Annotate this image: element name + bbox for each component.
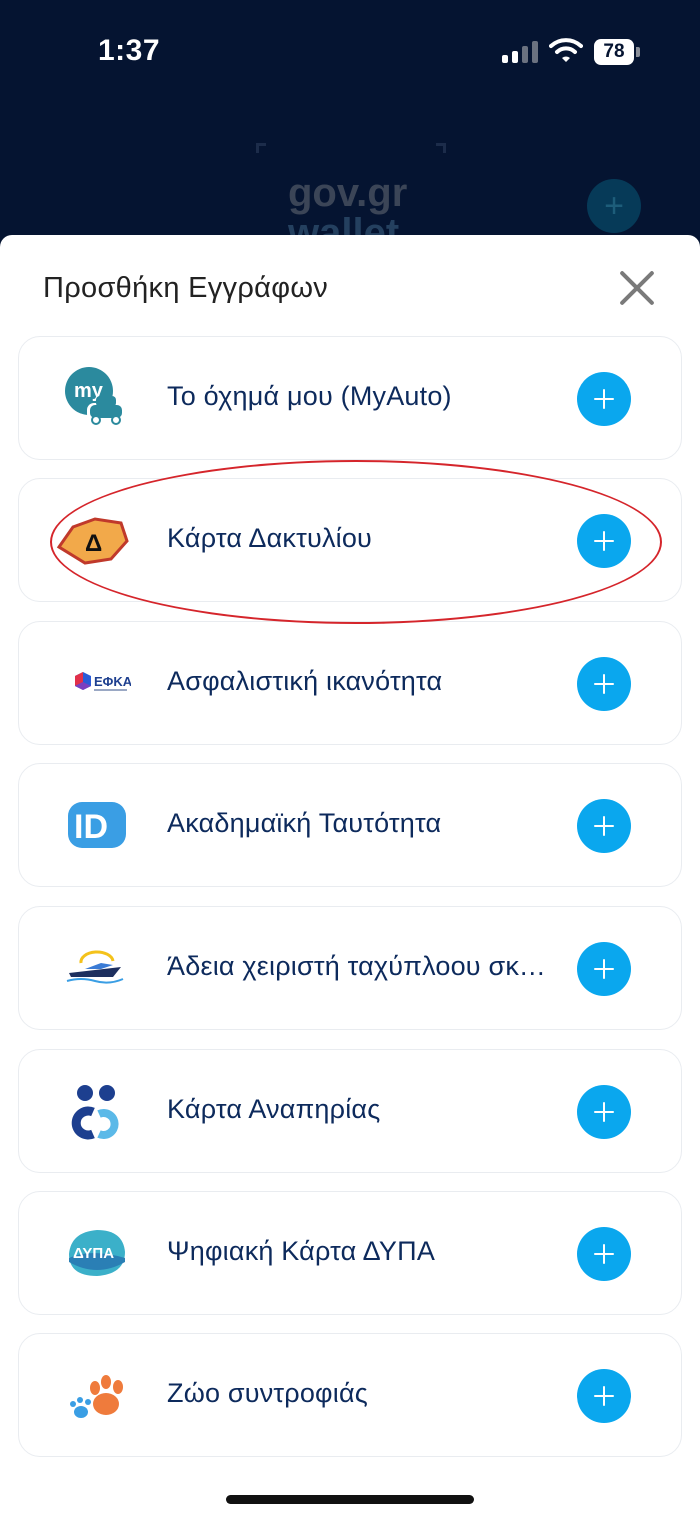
myauto-icon: my	[61, 363, 131, 433]
add-button[interactable]	[577, 1085, 631, 1139]
svg-text:ΕΦΚΑ: ΕΦΚΑ	[94, 674, 131, 689]
item-label: Κάρτα Αναπηρίας	[167, 1094, 381, 1124]
pet-paw-icon	[61, 1360, 131, 1430]
add-button[interactable]	[577, 799, 631, 853]
status-bar: 1:37 78	[0, 0, 700, 110]
efka-icon: ΕΦΚΑ	[61, 648, 133, 718]
item-label: Ψηφιακή Κάρτα ΔΥΠΑ	[167, 1236, 436, 1266]
add-button[interactable]	[577, 372, 631, 426]
item-label: Άδεια χειριστή ταχύπλοου σκάφους	[167, 951, 547, 981]
add-button[interactable]	[577, 1227, 631, 1281]
item-label: Ασφαλιστική ικανότητα	[167, 666, 443, 696]
wifi-icon	[549, 36, 583, 64]
dypa-icon: ΔΥΠΑ	[61, 1218, 131, 1288]
item-label: Ακαδημαϊκή Ταυτότητα	[167, 808, 442, 838]
speedboat-icon	[61, 933, 131, 1003]
status-time: 1:37	[98, 34, 161, 67]
add-button[interactable]	[577, 657, 631, 711]
background-add-button: +	[587, 179, 641, 233]
list-item-academic-id[interactable]: ID Ακαδημαϊκή Ταυτότητα	[18, 763, 682, 887]
list-item-myauto[interactable]: my Το όχημά μου (MyAuto)	[18, 336, 682, 460]
list-item-speedboat-license[interactable]: Άδεια χειριστή ταχύπλοου σκάφους	[18, 906, 682, 1030]
add-button[interactable]	[577, 1369, 631, 1423]
cellular-signal-icon	[502, 41, 538, 63]
list-item-pet[interactable]: Ζώο συντροφιάς	[18, 1333, 682, 1457]
home-indicator[interactable]	[226, 1495, 474, 1504]
battery-level: 78	[594, 39, 634, 65]
logo-top-text: gov.gr	[288, 171, 408, 215]
academic-id-icon: ID	[61, 790, 131, 860]
svg-text:ΔΥΠΑ: ΔΥΠΑ	[73, 1245, 114, 1262]
item-label: Το όχημά μου (MyAuto)	[167, 381, 452, 411]
govgr-wallet-logo: gov.gr wallet	[256, 143, 446, 253]
item-label: Ζώο συντροφιάς	[167, 1378, 368, 1408]
highlight-oval	[50, 460, 662, 624]
sheet-title: Προσθήκη Εγγράφων	[43, 272, 329, 304]
battery-icon: 78	[594, 39, 640, 65]
add-button[interactable]	[577, 942, 631, 996]
list-item-disability-card[interactable]: Κάρτα Αναπηρίας	[18, 1049, 682, 1173]
svg-text:ID: ID	[74, 808, 108, 846]
list-item-dypa-card[interactable]: ΔΥΠΑ Ψηφιακή Κάρτα ΔΥΠΑ	[18, 1191, 682, 1315]
list-item-insurance[interactable]: ΕΦΚΑ Ασφαλιστική ικανότητα	[18, 621, 682, 745]
disability-card-icon	[61, 1076, 131, 1146]
close-icon[interactable]	[618, 269, 656, 307]
